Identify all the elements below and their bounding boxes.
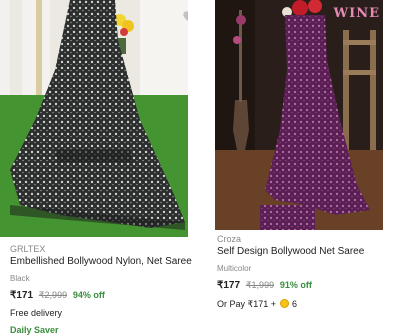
product-image[interactable]: [0, 0, 188, 237]
product-info: GRLTEX Embellished Bollywood Nylon, Net …: [0, 243, 200, 336]
product-color: Multicolor: [217, 264, 252, 273]
discount-percent: 94% off: [72, 290, 105, 300]
product-title[interactable]: Self Design Bollywood Net Saree: [217, 245, 400, 259]
product-brand: GRLTEX: [10, 244, 46, 254]
product-info: Croza Self Design Bollywood Net Saree Mu…: [215, 233, 400, 310]
product-title[interactable]: Embellished Bollywood Nylon, Net Saree: [10, 255, 200, 269]
coin-count: 6: [292, 299, 298, 309]
original-price: ₹1,999: [245, 280, 275, 290]
product-brand: Croza: [217, 234, 242, 244]
brand-watermark: WINE: [333, 6, 380, 21]
price-row: ₹171 ₹2,999 94% off: [10, 289, 200, 302]
supercoin-icon: [279, 299, 289, 308]
saree-photo-purple: [215, 0, 383, 230]
or-pay-text: Or Pay ₹171 +: [217, 299, 277, 309]
product-grid: GRLTEX Embellished Bollywood Nylon, Net …: [0, 0, 400, 335]
delivery-info: Free delivery: [10, 308, 63, 318]
selling-price: ₹177: [217, 280, 241, 291]
or-pay-with-coins: Or Pay ₹171 + 6: [217, 298, 400, 310]
product-image[interactable]: WINE: [215, 0, 383, 230]
original-price: ₹2,999: [38, 290, 68, 300]
product-color: Black: [10, 274, 30, 283]
price-row: ₹177 ₹1,999 91% off: [217, 279, 400, 292]
selling-price: ₹171: [10, 290, 34, 301]
product-card-2[interactable]: WINE Croza Self Design Bollywood Net Sar…: [210, 0, 400, 309]
saree-photo-black: [0, 0, 188, 237]
daily-saver-badge: Daily Saver: [10, 325, 59, 335]
product-card-1[interactable]: GRLTEX Embellished Bollywood Nylon, Net …: [0, 0, 192, 335]
discount-percent: 91% off: [279, 280, 312, 290]
wishlist-heart-icon[interactable]: [182, 9, 188, 25]
